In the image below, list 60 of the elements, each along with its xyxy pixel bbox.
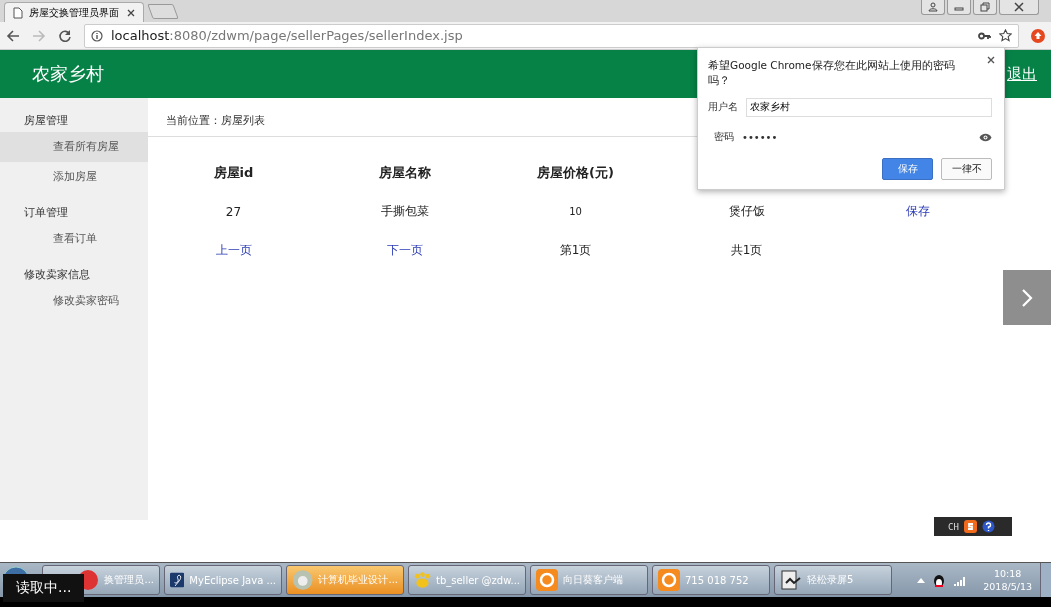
sidebar-heading: 房屋管理 bbox=[23, 113, 69, 129]
close-button[interactable] bbox=[999, 0, 1039, 15]
restore-button[interactable] bbox=[973, 0, 997, 15]
username-field[interactable]: 农家乡村 bbox=[746, 97, 992, 117]
help-icon[interactable] bbox=[981, 520, 995, 533]
loading-tooltip: 读取中... bbox=[3, 574, 85, 602]
pager-link[interactable]: 上一页 bbox=[215, 242, 252, 259]
avatar-icon bbox=[292, 569, 314, 591]
field-label: 用户名 bbox=[708, 100, 739, 114]
star-icon[interactable] bbox=[999, 29, 1012, 42]
info-icon bbox=[91, 29, 103, 42]
field-label: 密码 bbox=[713, 130, 734, 144]
penguin-icon[interactable] bbox=[933, 572, 946, 588]
sunflower-icon bbox=[536, 569, 558, 591]
close-icon bbox=[1014, 2, 1024, 12]
pager-link[interactable]: 下一页 bbox=[386, 242, 423, 259]
eye-icon[interactable] bbox=[979, 132, 992, 142]
address-bar[interactable]: localhost:8080/zdwm/page/sellerPages/sellerIndex.jsp bbox=[84, 23, 1019, 48]
close-icon[interactable] bbox=[987, 56, 995, 64]
person-icon bbox=[928, 2, 938, 12]
sidebar-heading: 修改卖家信息 bbox=[23, 267, 91, 283]
site-brand: 农家乡村 bbox=[32, 62, 104, 86]
page-info: 第1页 bbox=[559, 242, 592, 259]
save-button[interactable]: 保存 bbox=[882, 158, 933, 180]
column-header: 房屋价格(元) bbox=[537, 163, 614, 182]
browser-tab[interactable]: 房屋交换管理员界面 bbox=[4, 2, 144, 22]
user-button[interactable] bbox=[921, 0, 945, 15]
password-value: •••••• bbox=[742, 131, 779, 143]
breadcrumb: 当前位置：房屋列表 bbox=[166, 114, 265, 127]
sidebar-heading: 订单管理 bbox=[23, 205, 69, 221]
logout-link[interactable]: 退出 bbox=[1007, 64, 1037, 84]
sogou-icon[interactable] bbox=[963, 520, 977, 533]
back-icon[interactable] bbox=[6, 28, 20, 43]
close-icon[interactable] bbox=[127, 8, 135, 17]
table-cell: 煲仔饭 bbox=[728, 203, 765, 220]
reload-icon[interactable] bbox=[58, 28, 72, 43]
key-icon[interactable] bbox=[978, 30, 991, 41]
extension-icon[interactable] bbox=[1031, 28, 1045, 43]
never-button[interactable]: 一律不 bbox=[941, 158, 992, 180]
paw-icon bbox=[414, 569, 431, 591]
recorder-icon bbox=[780, 569, 802, 591]
table-cell: 10 bbox=[569, 206, 582, 217]
sunflower-icon bbox=[658, 569, 680, 591]
table-cell: 手撕包菜 bbox=[380, 203, 429, 220]
signal-icon[interactable] bbox=[953, 574, 968, 586]
restore-icon bbox=[980, 2, 990, 12]
dialog-question: 希望Google Chrome保存您在此网站上使用的密码吗？ bbox=[708, 58, 956, 88]
sidebar-item[interactable]: 修改卖家密码 bbox=[0, 286, 148, 316]
page-icon bbox=[13, 6, 23, 19]
column-header: 房屋名称 bbox=[378, 163, 431, 182]
sidebar-item[interactable]: 查看所有房屋 bbox=[0, 132, 148, 162]
chevron-right-icon bbox=[1020, 287, 1034, 308]
show-desktop-button[interactable] bbox=[1040, 563, 1051, 597]
sidebar-item[interactable]: 查看订单 bbox=[0, 224, 148, 254]
table-cell: 27 bbox=[225, 204, 242, 219]
ime-language[interactable]: CH bbox=[948, 521, 959, 532]
page-info: 共1页 bbox=[730, 242, 763, 259]
save-link[interactable]: 保存 bbox=[905, 203, 930, 220]
column-header: 房屋id bbox=[213, 163, 254, 182]
sidebar-item[interactable]: 添加房屋 bbox=[0, 162, 148, 192]
